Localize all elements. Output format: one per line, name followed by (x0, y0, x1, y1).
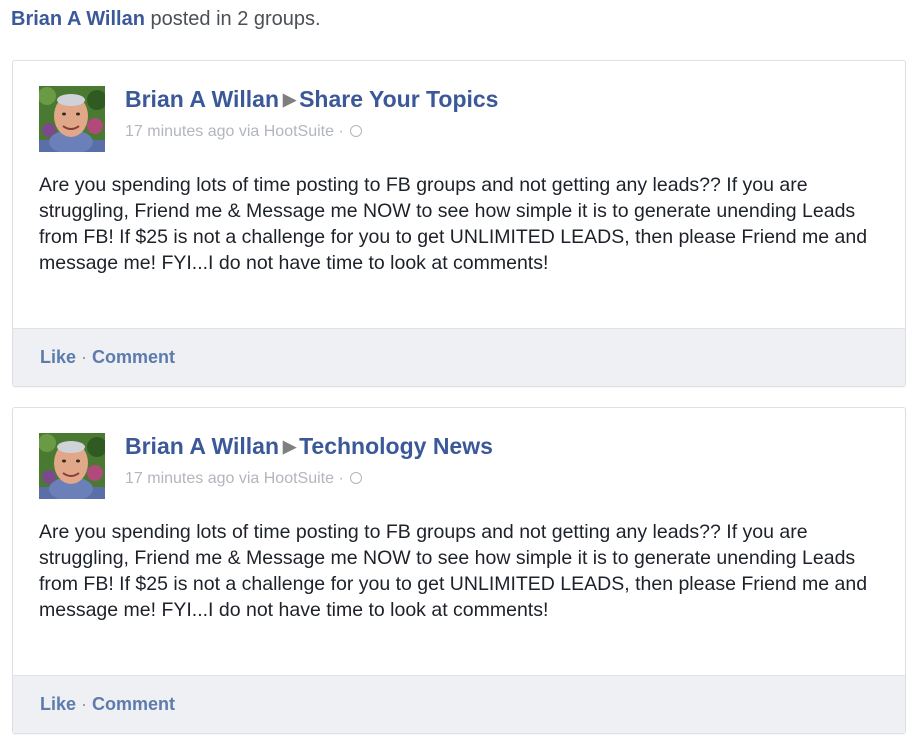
post-body: Are you spending lots of time posting to… (39, 174, 868, 274)
group-link[interactable]: Technology News (299, 433, 493, 459)
avatar-image (39, 86, 105, 152)
avatar-image (39, 433, 105, 499)
like-button[interactable]: Like (40, 347, 76, 367)
globe-icon[interactable] (350, 472, 363, 484)
globe-icon[interactable] (350, 125, 363, 137)
post-card: Brian A Willan ▶ Technology News 17 minute… (12, 407, 906, 734)
post-meta: 17 minutes ago via HootSuite · (125, 121, 363, 143)
post-actions-bar: Like · Comment (13, 328, 905, 386)
post-meta: 17 minutes ago via HootSuite · (125, 468, 363, 490)
comment-button[interactable]: Comment (92, 347, 175, 367)
avatar[interactable] (39, 86, 105, 152)
post-title: Brian A Willan ▶ Share Your Topics (125, 83, 498, 118)
arrow-right-icon: ▶ (283, 437, 297, 456)
header-author-link[interactable]: Brian A Willan (11, 8, 145, 30)
post-body: Are you spending lots of time posting to… (39, 521, 868, 621)
feed-story-header: Brian A Willan posted in 2 groups. (11, 5, 321, 33)
group-link[interactable]: Share Your Topics (299, 86, 498, 112)
post-title: Brian A Willan ▶ Technology News (125, 430, 493, 465)
post-source: via HootSuite · (234, 123, 349, 140)
post-timestamp[interactable]: 17 minutes ago (125, 470, 234, 487)
arrow-right-icon: ▶ (283, 90, 297, 109)
post-source: via HootSuite · (234, 470, 349, 487)
post-author-link[interactable]: Brian A Willan (125, 433, 279, 459)
like-button[interactable]: Like (40, 694, 76, 714)
header-suffix: posted in 2 groups. (144, 8, 321, 30)
post-timestamp[interactable]: 17 minutes ago (125, 123, 234, 140)
action-separator: · (81, 347, 88, 367)
avatar[interactable] (39, 433, 105, 499)
post-author-link[interactable]: Brian A Willan (125, 86, 279, 112)
post-actions-bar: Like · Comment (13, 675, 905, 733)
action-separator: · (81, 694, 88, 714)
comment-button[interactable]: Comment (92, 694, 175, 714)
post-card: Brian A Willan ▶ Share Your Topics 17 minu… (12, 60, 906, 387)
